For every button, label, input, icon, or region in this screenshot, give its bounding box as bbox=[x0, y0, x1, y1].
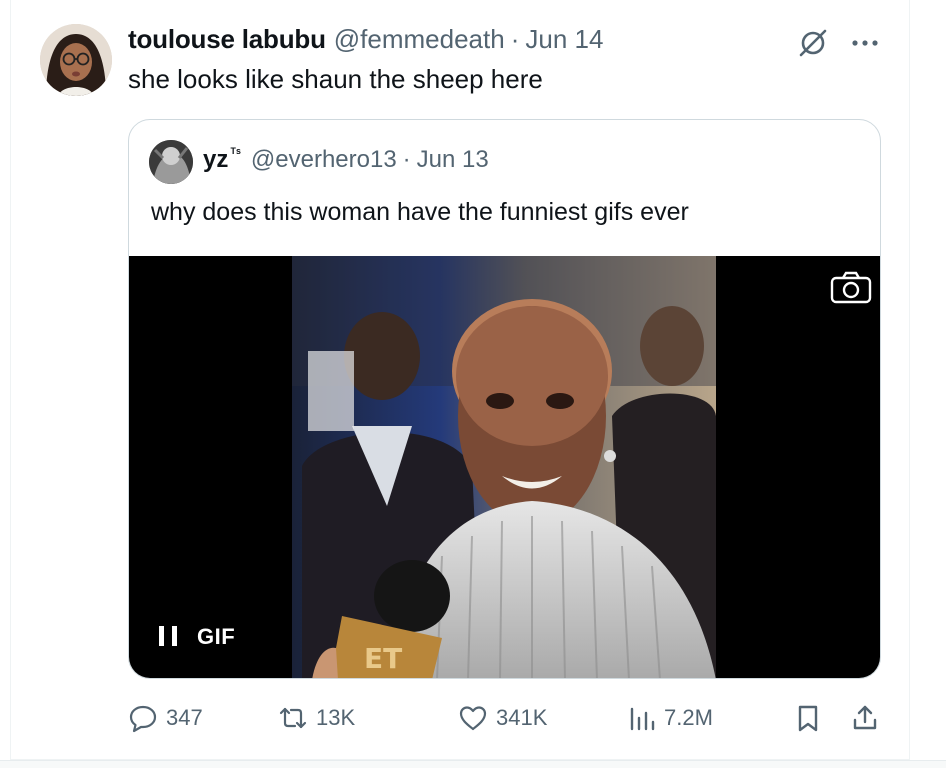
camera-icon[interactable] bbox=[830, 270, 872, 304]
quoted-author-badge: ᵀˢ bbox=[230, 145, 241, 160]
gif-frame: ET bbox=[292, 256, 716, 678]
quoted-text: why does this woman have the funniest gi… bbox=[151, 198, 689, 226]
quoted-author-handle[interactable]: @everhero13 bbox=[251, 146, 397, 174]
views-button[interactable]: 7.2M bbox=[628, 700, 713, 736]
author-name[interactable]: toulouse labubu bbox=[128, 24, 326, 55]
reply-count: 347 bbox=[166, 705, 203, 730]
action-bar: 347 13K 341K 7.2M bbox=[128, 700, 883, 736]
views-count: 7.2M bbox=[664, 705, 713, 730]
quoted-tweet[interactable]: yz ᵀˢ @everhero13 · Jun 13 why does this… bbox=[128, 119, 881, 679]
gif-playback-control[interactable]: GIF bbox=[159, 624, 235, 650]
more-icon[interactable] bbox=[848, 26, 882, 60]
quoted-author-name[interactable]: yz bbox=[203, 146, 228, 174]
quoted-header: yz ᵀˢ @everhero13 · Jun 13 bbox=[203, 145, 489, 174]
gif-badge: GIF bbox=[197, 624, 236, 649]
tweet-header: toulouse labubu @femmedeath · Jun 14 bbox=[128, 24, 603, 58]
bookmark-button[interactable] bbox=[794, 700, 830, 736]
heart-icon bbox=[459, 706, 487, 731]
header-separator: · bbox=[510, 24, 520, 54]
tweet-date[interactable]: Jun 14 bbox=[525, 24, 603, 55]
views-icon bbox=[630, 707, 655, 731]
bookmark-icon bbox=[798, 705, 818, 732]
repost-icon bbox=[279, 707, 307, 729]
grok-icon[interactable] bbox=[796, 26, 830, 60]
reply-button[interactable]: 347 bbox=[128, 700, 203, 736]
reply-icon bbox=[129, 705, 157, 733]
quoted-header-separator: · bbox=[402, 146, 411, 173]
gif-media[interactable]: ET GIF bbox=[129, 256, 880, 678]
tweet-text: she looks like shaun the sheep here bbox=[128, 64, 543, 94]
share-button[interactable] bbox=[850, 700, 888, 736]
avatar[interactable] bbox=[40, 24, 112, 96]
repost-button[interactable]: 13K bbox=[278, 700, 355, 736]
like-button[interactable]: 341K bbox=[458, 700, 547, 736]
repost-count: 13K bbox=[316, 705, 356, 730]
quoted-avatar[interactable] bbox=[149, 140, 193, 184]
mic-flag-text: ET bbox=[364, 642, 402, 675]
share-icon bbox=[853, 705, 877, 730]
pause-icon[interactable] bbox=[159, 626, 177, 648]
like-count: 341K bbox=[496, 705, 548, 730]
author-handle[interactable]: @femmedeath bbox=[334, 24, 505, 55]
quoted-date[interactable]: Jun 13 bbox=[417, 146, 489, 174]
next-tweet-divider bbox=[0, 760, 946, 768]
